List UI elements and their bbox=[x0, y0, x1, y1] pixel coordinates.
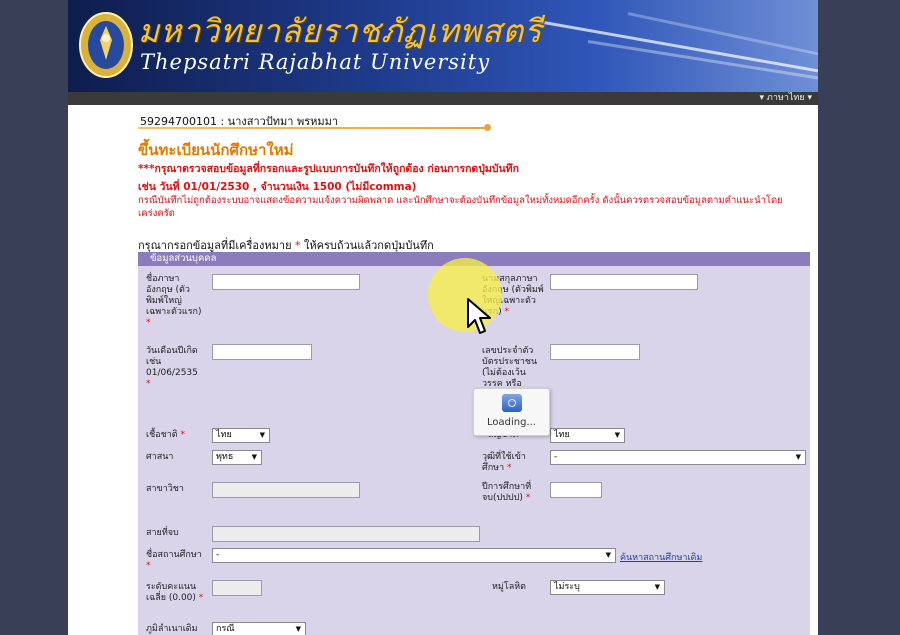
major-input[interactable] bbox=[212, 482, 360, 498]
mouse-pointer-icon bbox=[467, 298, 491, 334]
nationality-label: เชื้อชาติ * bbox=[146, 430, 185, 440]
disability-label: หมู่โลหิต bbox=[492, 582, 526, 592]
first-name-en-label: ชื่อภาษาอังกฤษ (ตัวพิมพ์ใหญ่เฉพาะตัวแรก)… bbox=[146, 274, 202, 328]
loading-text: Loading... bbox=[487, 417, 536, 428]
disability-select[interactable]: ไม่ระบุ ▼ bbox=[550, 580, 665, 595]
first-name-en-input[interactable] bbox=[212, 274, 360, 290]
gpa-label: ระดับคะแนนเฉลี่ย (0.00) * bbox=[146, 582, 204, 603]
required-star: * bbox=[295, 239, 301, 252]
admission-degree-select[interactable]: - ▼ bbox=[550, 450, 806, 465]
religion-select[interactable]: พุทธ ▼ bbox=[212, 450, 262, 465]
school-select[interactable]: - ▼ bbox=[212, 548, 616, 563]
school-search-link[interactable]: ค้นหาสถานศึกษาเดิม bbox=[620, 550, 702, 564]
divider-line bbox=[138, 127, 488, 129]
origin-select[interactable]: กรณี ▼ bbox=[212, 622, 306, 635]
nationality-select[interactable]: ไทย ▼ bbox=[212, 428, 270, 443]
loading-indicator: Loading... bbox=[473, 388, 550, 436]
page-title: ขึ้นทะเบียนนักศึกษาใหม่ bbox=[138, 141, 294, 159]
grad-year-label: ปีการศึกษาที่จบ(ปปปป) * bbox=[482, 482, 532, 503]
university-banner: มหาวิทยาลัยราชภัฏเทพสตรี Thepsatri Rajab… bbox=[68, 0, 818, 92]
left-backdrop bbox=[0, 0, 68, 635]
admission-degree-label: วุฒิที่ใช้เข้าศึกษา * bbox=[482, 452, 526, 473]
university-name-english: Thepsatri Rajabhat University bbox=[140, 50, 491, 74]
citizenship-select[interactable]: ไทย ▼ bbox=[550, 428, 625, 443]
loading-icon bbox=[502, 394, 522, 412]
id-card-input[interactable] bbox=[550, 344, 640, 360]
last-name-en-input[interactable] bbox=[550, 274, 698, 290]
language-menu[interactable]: ▾ ภาษาไทย ▾ bbox=[760, 92, 812, 105]
major-label: สาขาวิชา bbox=[146, 484, 184, 494]
right-backdrop bbox=[818, 0, 900, 635]
warning-line-1: ***กรุณาตรวจสอบข้อมูลที่กรอกและรูปแบบการ… bbox=[138, 163, 519, 175]
stream-input[interactable] bbox=[212, 526, 480, 542]
gpa-input[interactable] bbox=[212, 580, 262, 596]
warning-line-2: เช่น วันที่ 01/01/2530 , จำนวนเงิน 1500 … bbox=[138, 181, 417, 193]
instruction-note: กรณีบันทึกไม่ถูกต้องระบบอาจแสดงข้อความแจ… bbox=[138, 195, 783, 219]
divider-dot bbox=[484, 124, 491, 131]
religion-label: ศาสนา bbox=[146, 452, 174, 462]
top-nav-bar: ▾ ภาษาไทย ▾ bbox=[68, 92, 818, 105]
required-suffix: ให้ครบถ้วนแล้วกดปุ่มบันทึก bbox=[304, 239, 434, 252]
birthdate-label: วันเดือนปีเกิด เช่น 01/06/2535 * bbox=[146, 346, 198, 389]
browser-page: มหาวิทยาลัยราชภัฏเทพสตรี Thepsatri Rajab… bbox=[68, 0, 818, 635]
stream-label: สายที่จบ bbox=[146, 528, 179, 538]
school-label: ชื่อสถานศึกษา * bbox=[146, 550, 202, 571]
origin-label: ภูมิลำเนาเดิม bbox=[146, 624, 198, 634]
grad-year-input[interactable] bbox=[550, 482, 602, 498]
required-prefix: กรุณากรอกข้อมูลที่มีเครื่องหมาย bbox=[138, 239, 292, 252]
university-seal-icon bbox=[79, 12, 133, 78]
birthdate-input[interactable] bbox=[212, 344, 312, 360]
